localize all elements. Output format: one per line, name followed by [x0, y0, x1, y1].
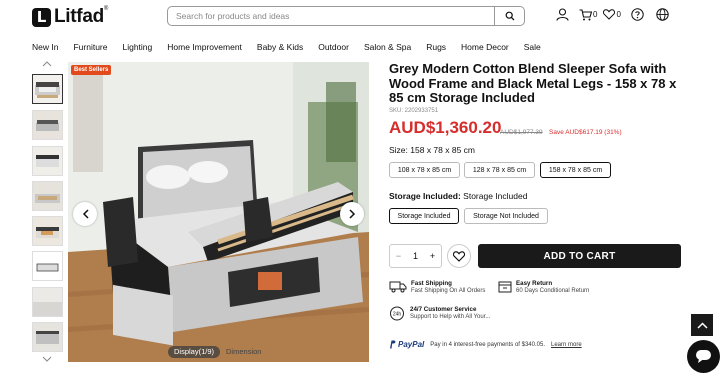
image-next-button[interactable] [340, 202, 364, 226]
thumbnail[interactable] [32, 181, 63, 211]
feature-title: Easy Return [516, 280, 553, 287]
logo[interactable]: L Litfad® [32, 6, 108, 28]
size-label-row: Size: 158 x 78 x 85 cm [389, 145, 475, 155]
search-input[interactable] [168, 11, 494, 21]
search-icon [505, 11, 514, 21]
feature-subtitle: Support to Help with All Your... [410, 314, 491, 320]
product-title: Grey Modern Cotton Blend Sleeper Sofa wi… [389, 61, 677, 105]
qty-increase-button[interactable]: + [424, 251, 441, 261]
main-nav: New In Furniture Lighting Home Improveme… [0, 38, 720, 56]
quantity-stepper: − 1 + [389, 244, 442, 268]
clock-24h-icon: 24h [390, 306, 404, 321]
original-price: AUD$1,977.39 [500, 129, 543, 136]
feature-customer-service: 24h 24/7 Customer Service Support to Hel… [389, 306, 490, 321]
logo-registered: ® [103, 6, 109, 12]
feature-subtitle: Fast Shipping On All Orders [411, 288, 486, 294]
nav-rugs[interactable]: Rugs [426, 42, 446, 52]
thumbnail[interactable] [32, 146, 63, 176]
logo-text: Litfad [54, 6, 104, 27]
search-button[interactable] [494, 7, 524, 25]
nav-sale[interactable]: Sale [524, 42, 541, 52]
thumb-down-button[interactable] [42, 354, 52, 365]
main-product-image[interactable]: Best Sellers Display(1/9) Dimension [68, 62, 369, 362]
size-label: Size: [389, 145, 408, 155]
storage-label: Storage Included: [389, 191, 461, 201]
storage-option-selected[interactable]: Storage Included [389, 208, 459, 224]
help-icon [631, 8, 644, 21]
feature-easy-return: Easy Return 60 Days Conditional Return [498, 280, 589, 295]
help-button[interactable] [631, 8, 644, 21]
storage-option[interactable]: Storage Not Included [464, 208, 548, 224]
thumbnail[interactable] [32, 322, 63, 352]
globe-icon [656, 8, 669, 21]
heart-icon [603, 9, 616, 20]
nav-home-decor[interactable]: Home Decor [461, 42, 509, 52]
paypal-learn-more-link[interactable]: Learn more [551, 342, 582, 348]
paypal-logo: PayPal [389, 340, 424, 349]
chat-button[interactable] [687, 340, 720, 373]
clock-24h-text: 24h [393, 312, 402, 318]
search-bar [167, 6, 525, 26]
nav-outdoor[interactable]: Outdoor [318, 42, 349, 52]
feature-title: Fast Shipping [411, 280, 452, 287]
thumbnail[interactable] [32, 251, 63, 281]
wishlist-count: 0 [616, 10, 621, 19]
nav-new-in[interactable]: New In [32, 42, 58, 52]
language-button[interactable] [656, 8, 669, 21]
size-option[interactable]: 108 x 78 x 85 cm [389, 162, 460, 178]
cart-button[interactable]: 0 [579, 8, 598, 21]
site-header: L Litfad® 0 0 [0, 0, 720, 34]
feature-subtitle: 60 Days Conditional Return [516, 288, 590, 294]
chat-bubble-icon [696, 350, 711, 363]
product-sku: SKU: 2202933751 [389, 108, 439, 114]
paypal-icon [390, 340, 396, 349]
feature-fast-shipping: Fast Shipping Fast Shipping On All Order… [389, 280, 485, 295]
return-box-icon [498, 281, 512, 293]
best-sellers-badge: Best Sellers [71, 65, 112, 75]
chevron-up-icon [42, 61, 52, 67]
product-price: AUD$1,360.20 [389, 118, 502, 137]
chevron-down-icon [42, 356, 52, 362]
cart-count: 0 [593, 10, 598, 19]
thumbnail[interactable] [32, 74, 63, 104]
account-button[interactable] [556, 8, 569, 21]
thumbnail[interactable] [32, 287, 63, 317]
storage-value: Storage Included [463, 191, 528, 201]
chevron-up-icon [696, 321, 708, 329]
feature-title: 24/7 Customer Service [410, 306, 477, 313]
sofa-bed-image [68, 62, 369, 362]
savings-text: Save AUD$617.19 (31%) [549, 129, 622, 136]
scroll-to-top-button[interactable] [691, 314, 713, 336]
image-tabs: Display(1/9) Dimension [168, 346, 267, 358]
logo-mark: L [32, 7, 51, 27]
tab-display[interactable]: Display(1/9) [168, 346, 221, 358]
size-option[interactable]: 128 x 78 x 85 cm [464, 162, 535, 178]
nav-lighting[interactable]: Lighting [122, 42, 152, 52]
size-option-selected[interactable]: 158 x 78 x 85 cm [540, 162, 611, 178]
chevron-right-icon [348, 209, 355, 219]
qty-decrease-button[interactable]: − [390, 251, 407, 261]
storage-label-row: Storage Included: Storage Included [389, 191, 527, 201]
qty-value[interactable]: 1 [407, 251, 424, 261]
cart-icon [579, 8, 592, 20]
thumbnail[interactable] [32, 110, 63, 140]
add-to-wishlist-button[interactable] [447, 244, 471, 268]
size-value: 158 x 78 x 85 cm [410, 145, 476, 155]
chevron-left-icon [82, 209, 89, 219]
thumbnail[interactable] [32, 216, 63, 246]
nav-home-improvement[interactable]: Home Improvement [167, 42, 242, 52]
nav-baby-kids[interactable]: Baby & Kids [257, 42, 303, 52]
truck-icon [389, 281, 407, 293]
nav-furniture[interactable]: Furniture [73, 42, 107, 52]
paypal-text: Pay in 4 interest-free payments of $340.… [430, 341, 545, 348]
heart-icon [453, 250, 465, 262]
wishlist-button[interactable]: 0 [603, 9, 621, 20]
thumb-up-button[interactable] [42, 59, 52, 70]
image-prev-button[interactable] [73, 202, 97, 226]
add-to-cart-button[interactable]: ADD TO CART [478, 244, 681, 268]
tab-dimension[interactable]: Dimension [220, 346, 267, 358]
paypal-installments: PayPal Pay in 4 interest-free payments o… [389, 340, 582, 349]
nav-salon-spa[interactable]: Salon & Spa [364, 42, 411, 52]
user-icon [556, 8, 569, 21]
